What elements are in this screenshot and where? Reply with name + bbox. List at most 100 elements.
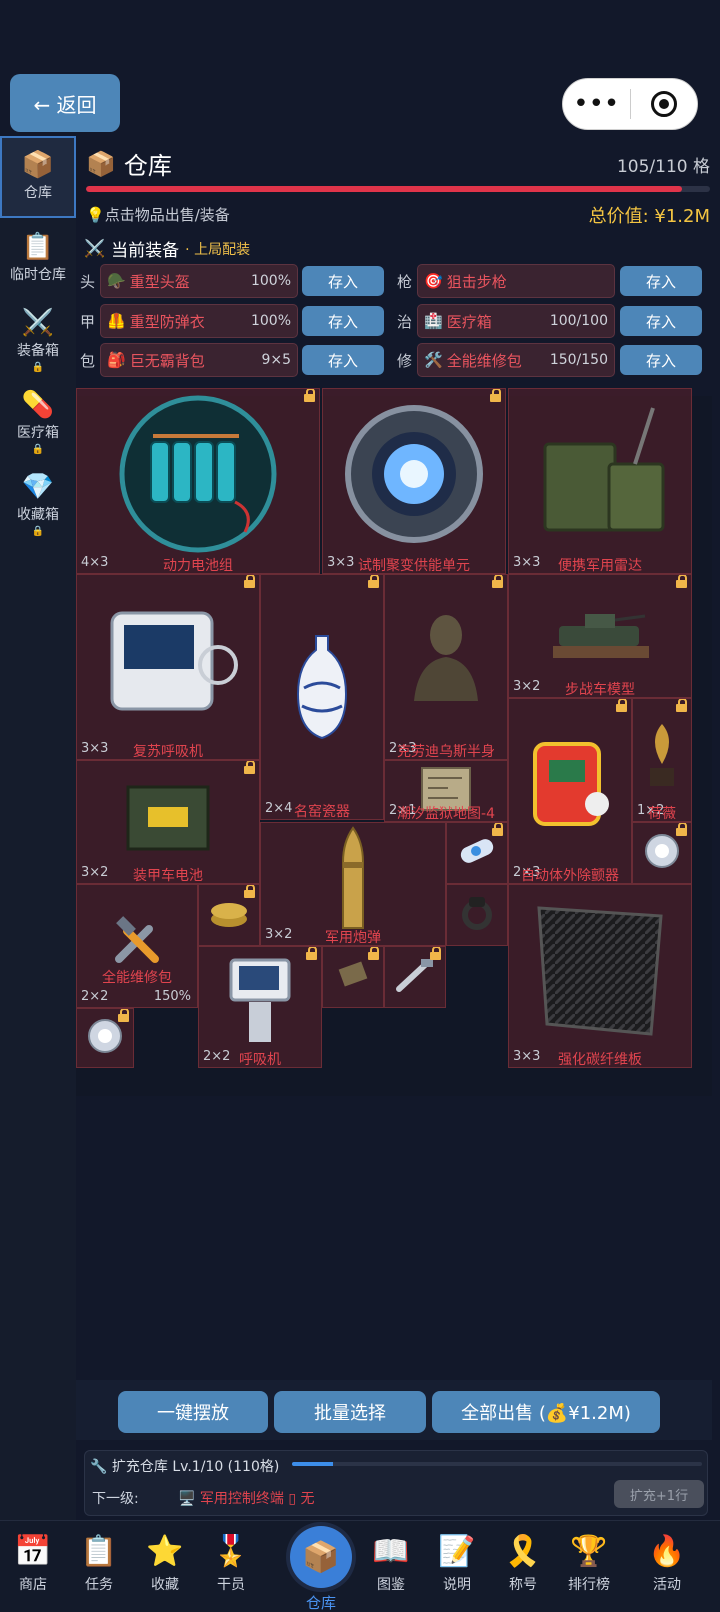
lock-icon bbox=[676, 823, 687, 837]
miniprogram-capsule: ••• bbox=[562, 78, 698, 130]
slot-label-heal: 治 bbox=[397, 313, 413, 331]
item-artillery-shell[interactable]: 3×2 军用炮弹 bbox=[260, 822, 446, 946]
store-button-gun[interactable]: 存入 bbox=[620, 266, 702, 296]
item-resus-ventilator[interactable]: 3×3 复苏呼吸机 bbox=[76, 574, 260, 760]
store-button-bag[interactable]: 存入 bbox=[302, 345, 384, 375]
slot-bag[interactable]: 🎒 巨无霸背包 9×5 bbox=[100, 343, 298, 377]
item-power-battery[interactable]: 4×3 动力电池组 bbox=[76, 388, 320, 574]
ribbon-icon: 🎗️ bbox=[504, 1534, 542, 1569]
close-target-icon[interactable] bbox=[631, 79, 698, 129]
item-porcelain-vase[interactable]: 2×4 名窑瓷器 bbox=[260, 574, 384, 820]
radar-case-icon bbox=[543, 407, 665, 532]
clipboard-icon: 📋 bbox=[80, 1534, 118, 1569]
nav-leaderboard[interactable]: 🏆 排行榜 bbox=[556, 1530, 622, 1594]
item-military-radar[interactable]: 3×3 便携军用雷达 bbox=[508, 388, 692, 574]
sidebar-item-temp-warehouse[interactable]: 📋 临时仓库 bbox=[0, 220, 76, 302]
lock-icon bbox=[244, 575, 255, 589]
sidebar-item-collection-box[interactable]: 💎 收藏箱 🔒 bbox=[0, 460, 76, 542]
sidebar-item-warehouse[interactable]: 📦 仓库 bbox=[0, 136, 76, 218]
next-level-item: 🖥️ 军用控制终端 ▯ 无 bbox=[178, 1491, 315, 1507]
hint-text: 💡点击物品出售/装备 bbox=[86, 206, 230, 224]
box-icon: 📦 bbox=[302, 1539, 340, 1575]
item-drill-tool[interactable] bbox=[384, 946, 446, 1008]
lock-icon: 🔒 bbox=[31, 362, 45, 373]
nav-favorites[interactable]: ⭐ 收藏 bbox=[132, 1530, 198, 1594]
item-diamond[interactable] bbox=[76, 1008, 134, 1068]
clipboard-icon: 📋 bbox=[21, 232, 55, 262]
capacity-bar bbox=[86, 186, 710, 192]
auto-place-button[interactable]: 一键摆放 bbox=[118, 1391, 268, 1433]
shell-icon bbox=[342, 826, 364, 930]
item-prison-map[interactable]: 2×1 潮汐监狱地图-4 bbox=[384, 760, 508, 822]
capacity-text: 105/110 格 bbox=[616, 157, 710, 177]
box-icon: 📦 bbox=[21, 150, 55, 180]
slot-repair[interactable]: 🛠️ 全能维修包 150/150 bbox=[417, 343, 615, 377]
item-repair-kit[interactable]: 2×2 150% 全能维修包 bbox=[76, 884, 198, 1008]
expand-button[interactable]: 扩充+1行 bbox=[614, 1480, 704, 1508]
item-carbon-plate[interactable]: 3×3 强化碳纤维板 bbox=[508, 884, 692, 1068]
trophy-item-icon bbox=[650, 724, 674, 787]
lock-icon bbox=[616, 699, 627, 713]
item-fusion-unit[interactable]: 3×3 试制聚变供能单元 bbox=[322, 388, 506, 574]
total-value: 总价值: ¥1.2M bbox=[588, 206, 710, 227]
back-button[interactable]: ← 返回 bbox=[10, 74, 120, 132]
sidebar: 📦 仓库 📋 临时仓库 ⚔️ 装备箱 🔒 💊 医疗箱 🔒 💎 收藏箱 🔒 bbox=[0, 136, 76, 1520]
item-hewei[interactable]: 1×2 荷薇 bbox=[632, 698, 692, 822]
nav-codex[interactable]: 📖 图鉴 bbox=[358, 1530, 424, 1594]
star-icon: ⭐ bbox=[146, 1534, 184, 1569]
store-button-repair[interactable]: 存入 bbox=[620, 345, 702, 375]
monitor-device-icon bbox=[110, 611, 238, 711]
backpack-icon: 🎒 bbox=[107, 351, 126, 369]
nav-operators[interactable]: 🎖️ 干员 bbox=[198, 1530, 264, 1594]
more-menu-icon[interactable]: ••• bbox=[563, 79, 630, 129]
nav-events[interactable]: 🔥 活动 bbox=[634, 1530, 700, 1594]
nav-titles[interactable]: 🎗️ 称号 bbox=[490, 1530, 556, 1594]
slot-head[interactable]: 🪖 重型头盔 100% bbox=[100, 264, 298, 298]
lightbulb-icon: 💡 bbox=[86, 206, 105, 224]
expand-progress-bar bbox=[292, 1462, 702, 1466]
item-gold-coins[interactable] bbox=[198, 884, 260, 946]
lock-icon bbox=[492, 575, 503, 589]
lock-icon bbox=[492, 823, 503, 837]
batch-select-button[interactable]: 批量选择 bbox=[274, 1391, 426, 1433]
store-button-heal[interactable]: 存入 bbox=[620, 306, 702, 336]
expand-progress-fill bbox=[292, 1462, 333, 1466]
slot-gun[interactable]: 🎯 狙击步枪 bbox=[417, 264, 615, 298]
lock-icon bbox=[244, 761, 255, 775]
page-title: 📦 仓库 bbox=[86, 146, 172, 181]
item-claudius-bust[interactable]: 2×3 克劳迪乌斯半身 bbox=[384, 574, 508, 760]
nav-warehouse-label: 仓库 bbox=[305, 1594, 336, 1612]
item-apc-battery[interactable]: 3×2 装甲车电池 bbox=[76, 760, 260, 884]
item-ifv-model[interactable]: 3×2 步战车模型 bbox=[508, 574, 692, 698]
slot-heal[interactable]: 🏥 医疗箱 100/100 bbox=[417, 304, 615, 338]
nav-warehouse[interactable]: 📦 bbox=[290, 1526, 352, 1588]
box-icon: 📦 bbox=[86, 149, 116, 178]
nav-tasks[interactable]: 📋 任务 bbox=[66, 1530, 132, 1594]
item-device-small[interactable] bbox=[322, 946, 384, 1008]
store-button-head[interactable]: 存入 bbox=[302, 266, 384, 296]
item-aed[interactable]: 2×3 自动体外除颤器 bbox=[508, 698, 632, 884]
sidebar-item-medical-box[interactable]: 💊 医疗箱 🔒 bbox=[0, 378, 76, 460]
trophy-icon: 🏆 bbox=[570, 1534, 608, 1569]
item-capsule[interactable] bbox=[446, 822, 508, 884]
nav-help[interactable]: 📝 说明 bbox=[424, 1530, 490, 1594]
item-diamond-small[interactable] bbox=[632, 822, 692, 884]
sell-all-button[interactable]: 全部出售 (💰¥1.2M) bbox=[432, 1391, 660, 1433]
sidebar-item-label: 装备箱 bbox=[17, 343, 59, 359]
store-button-armor[interactable]: 存入 bbox=[302, 306, 384, 336]
expand-title: 🔧 扩充仓库 Lv.1/10 (110格) bbox=[90, 1459, 280, 1475]
slot-label-repair: 修 bbox=[397, 352, 413, 370]
lock-icon bbox=[304, 389, 315, 403]
memo-icon: 📝 bbox=[438, 1534, 476, 1569]
nav-shop[interactable]: 📅 商店 bbox=[0, 1530, 66, 1594]
vase-icon bbox=[296, 635, 348, 740]
fusion-core-icon bbox=[345, 404, 483, 543]
slot-label-armor: 甲 bbox=[80, 313, 96, 331]
battery-pack-icon bbox=[119, 395, 277, 553]
item-ventilator[interactable]: 2×2 呼吸机 bbox=[198, 946, 322, 1068]
tools-icon: 🛠️ bbox=[424, 351, 443, 369]
target-icon: 🎯 bbox=[424, 272, 443, 290]
sidebar-item-equipment-box[interactable]: ⚔️ 装备箱 🔒 bbox=[0, 296, 76, 378]
item-ring[interactable] bbox=[446, 884, 508, 946]
slot-armor[interactable]: 🦺 重型防弹衣 100% bbox=[100, 304, 298, 338]
